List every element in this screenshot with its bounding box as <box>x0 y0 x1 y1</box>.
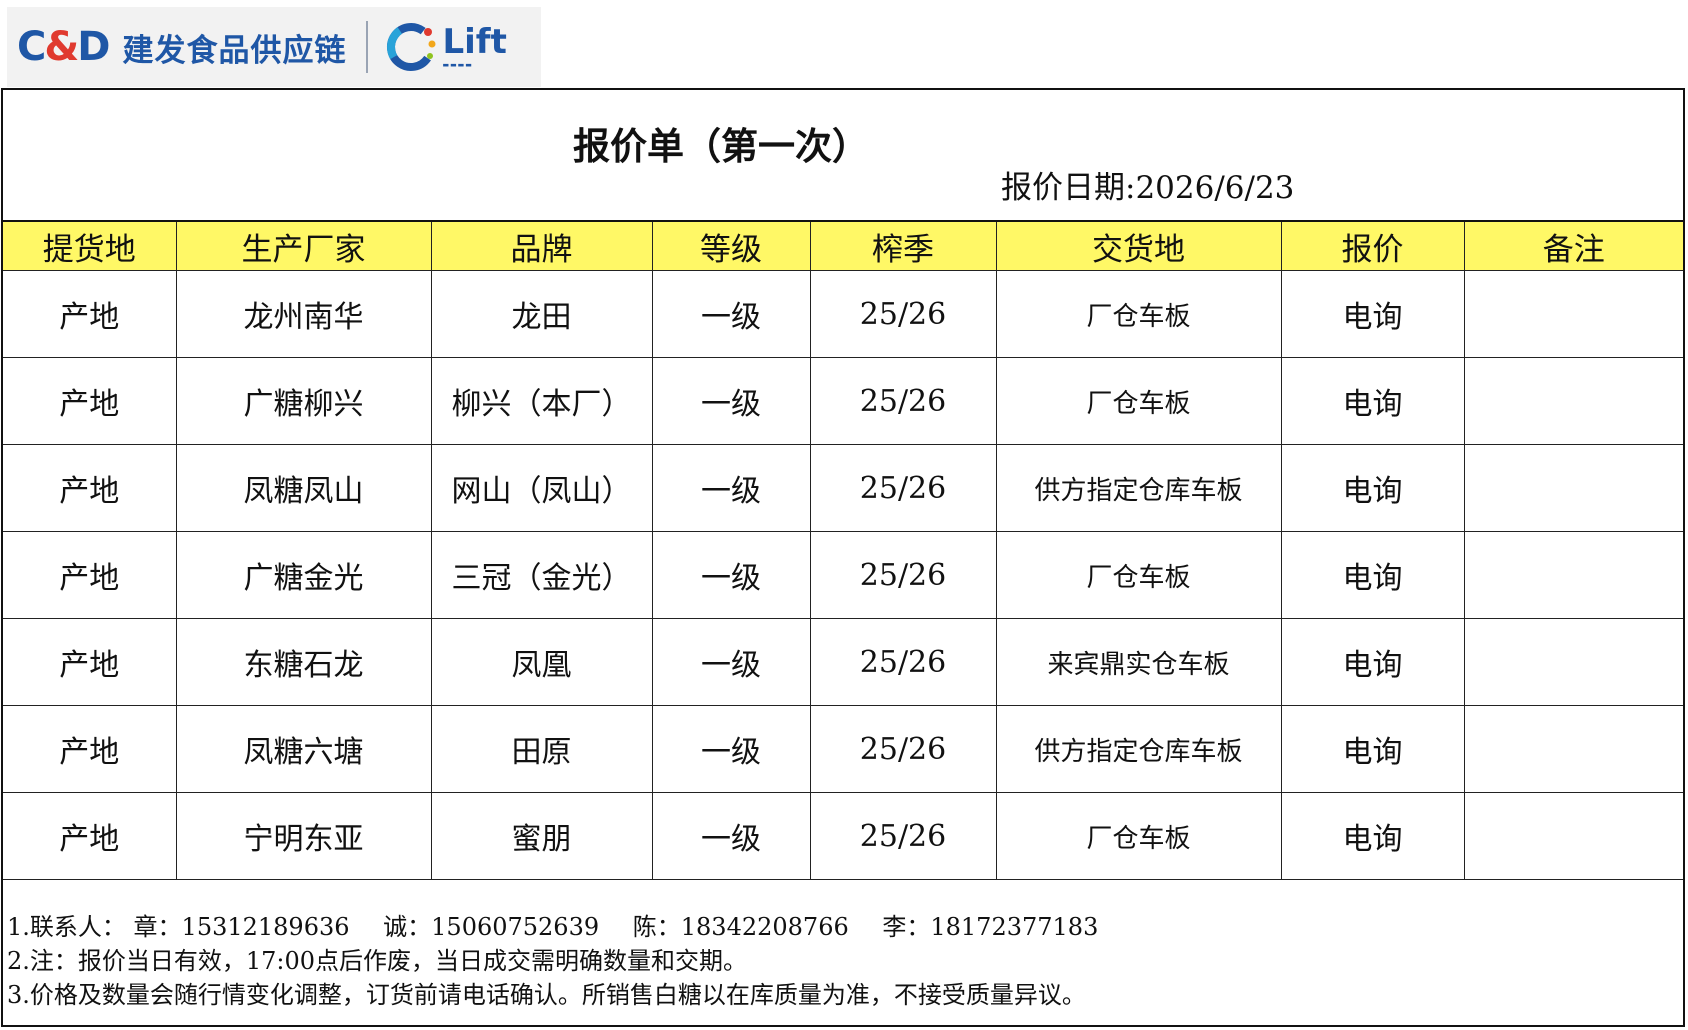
table-row: 产地 龙州南华 龙田 一级 25/26 厂仓车板 电询 <box>3 270 1683 358</box>
cell-grade: 一级 <box>651 357 811 445</box>
cell-delivery: 来宾鼎实仓车板 <box>995 618 1282 706</box>
cell-maker: 凤糖六塘 <box>175 705 432 793</box>
cell-brand: 网山（凤山） <box>430 444 653 532</box>
quote-date-label: 报价日期: <box>1001 170 1136 206</box>
table-row: 产地 东糖石龙 凤凰 一级 25/26 来宾鼎实仓车板 电询 <box>3 618 1683 706</box>
cell-grade: 一级 <box>651 531 811 619</box>
cell-price: 电询 <box>1280 357 1465 445</box>
cell-maker: 广糖柳兴 <box>175 357 432 445</box>
validity-note: 2.注：报价当日有效，17:00点后作废，当日成交需明确数量和交期。 <box>7 947 748 975</box>
column-header-season: 榨季 <box>809 220 997 271</box>
cell-delivery: 厂仓车板 <box>995 270 1282 358</box>
table-row: 产地 宁明东亚 蜜朋 一级 25/26 厂仓车板 电询 <box>3 792 1683 880</box>
cell-pickup: 产地 <box>3 270 177 358</box>
cell-season: 25/26 <box>809 270 997 358</box>
cell-price: 电询 <box>1280 792 1465 880</box>
quote-date-value: 2026/6/23 <box>1135 170 1295 206</box>
column-header-remark: 备注 <box>1463 220 1683 271</box>
cell-maker: 宁明东亚 <box>175 792 432 880</box>
lift-logo-word: Lift <box>442 22 507 62</box>
cell-remark <box>1463 357 1683 445</box>
cell-pickup: 产地 <box>3 792 177 880</box>
logo-ampersand: & <box>44 24 79 70</box>
cell-pickup: 产地 <box>3 357 177 445</box>
cell-price: 电询 <box>1280 531 1465 619</box>
cell-remark <box>1463 705 1683 793</box>
cell-remark <box>1463 618 1683 706</box>
cell-brand: 龙田 <box>430 270 653 358</box>
cell-delivery: 厂仓车板 <box>995 792 1282 880</box>
cd-logo: C&D <box>17 24 110 70</box>
cell-pickup: 产地 <box>3 444 177 532</box>
table-row: 产地 凤糖六塘 田原 一级 25/26 供方指定仓库车板 电询 <box>3 705 1683 793</box>
cell-price: 电询 <box>1280 444 1465 532</box>
lift-logo-tagline: ▬▬▬▬ <box>442 61 473 69</box>
column-header-delivery: 交货地 <box>995 220 1282 271</box>
cell-season: 25/26 <box>809 792 997 880</box>
contact-item: 陈：18342208766 <box>632 913 849 941</box>
cell-grade: 一级 <box>651 792 811 880</box>
column-header-grade: 等级 <box>651 220 811 271</box>
cell-maker: 龙州南华 <box>175 270 432 358</box>
contact-prefix: 1.联系人： <box>7 913 126 941</box>
lift-logo: Lift ▬▬▬▬ <box>442 25 506 69</box>
logo-letter-c: C <box>17 24 46 70</box>
cell-brand: 田原 <box>430 705 653 793</box>
table-row: 产地 广糖柳兴 柳兴（本厂） 一级 25/26 厂仓车板 电询 <box>3 357 1683 445</box>
cell-price: 电询 <box>1280 270 1465 358</box>
cell-remark <box>1463 270 1683 358</box>
cell-delivery: 厂仓车板 <box>995 357 1282 445</box>
lift-ring-icon <box>387 23 436 71</box>
table-header-row: 提货地 生产厂家 品牌 等级 榨季 交货地 报价 备注 <box>3 220 1683 271</box>
cell-grade: 一级 <box>651 618 811 706</box>
column-header-brand: 品牌 <box>430 220 653 271</box>
contact-item: 诚：15060752639 <box>383 913 600 941</box>
quote-date: 报价日期:2026/6/23 <box>1001 162 1294 207</box>
cell-brand: 柳兴（本厂） <box>430 357 653 445</box>
cell-brand: 凤凰 <box>430 618 653 706</box>
cell-grade: 一级 <box>651 705 811 793</box>
contact-item: 李：18172377183 <box>882 913 1099 941</box>
column-header-maker: 生产厂家 <box>175 220 432 271</box>
table-row: 产地 广糖金光 三冠（金光） 一级 25/26 厂仓车板 电询 <box>3 531 1683 619</box>
cell-remark <box>1463 444 1683 532</box>
cell-grade: 一级 <box>651 444 811 532</box>
cell-maker: 广糖金光 <box>175 531 432 619</box>
company-name: 建发食品供应链 <box>122 32 347 69</box>
quotation-table: 提货地 生产厂家 品牌 等级 榨季 交货地 报价 备注 产地 龙州南华 龙田 一… <box>3 220 1683 880</box>
cell-delivery: 厂仓车板 <box>995 531 1282 619</box>
cell-brand: 蜜朋 <box>430 792 653 880</box>
quotation-sheet: 报价单（第一次） 报价日期:2026/6/23 提货地 生产厂家 品牌 等级 榨… <box>1 88 1685 1027</box>
contact-line: 1.联系人： 章：15312189636 诚：15060752639 陈：183… <box>7 910 1098 944</box>
cell-delivery: 供方指定仓库车板 <box>995 705 1282 793</box>
column-header-price: 报价 <box>1280 220 1465 271</box>
cell-grade: 一级 <box>651 270 811 358</box>
cell-maker: 东糖石龙 <box>175 618 432 706</box>
cell-delivery: 供方指定仓库车板 <box>995 444 1282 532</box>
cell-maker: 凤糖凤山 <box>175 444 432 532</box>
cell-remark <box>1463 531 1683 619</box>
cell-season: 25/26 <box>809 531 997 619</box>
company-logo-bar: C&D 建发食品供应链 Lift ▬▬▬▬ <box>7 7 541 87</box>
cell-pickup: 产地 <box>3 531 177 619</box>
contact-item: 章：15312189636 <box>133 913 350 941</box>
cell-price: 电询 <box>1280 618 1465 706</box>
cell-pickup: 产地 <box>3 705 177 793</box>
cell-season: 25/26 <box>809 618 997 706</box>
cell-season: 25/26 <box>809 705 997 793</box>
logo-letter-d: D <box>77 24 110 70</box>
table-row: 产地 凤糖凤山 网山（凤山） 一级 25/26 供方指定仓库车板 电询 <box>3 444 1683 532</box>
column-header-pickup: 提货地 <box>3 220 177 271</box>
price-adjustment-note: 3.价格及数量会随行情变化调整，订货前请电话确认。所销售白糖以在库质量为准，不接… <box>7 981 1086 1009</box>
cell-remark <box>1463 792 1683 880</box>
cell-season: 25/26 <box>809 357 997 445</box>
cell-brand: 三冠（金光） <box>430 531 653 619</box>
cell-price: 电询 <box>1280 705 1465 793</box>
cell-pickup: 产地 <box>3 618 177 706</box>
cell-season: 25/26 <box>809 444 997 532</box>
notes-section: 1.联系人： 章：15312189636 诚：15060752639 陈：183… <box>7 910 1098 1012</box>
logo-divider <box>366 21 369 73</box>
